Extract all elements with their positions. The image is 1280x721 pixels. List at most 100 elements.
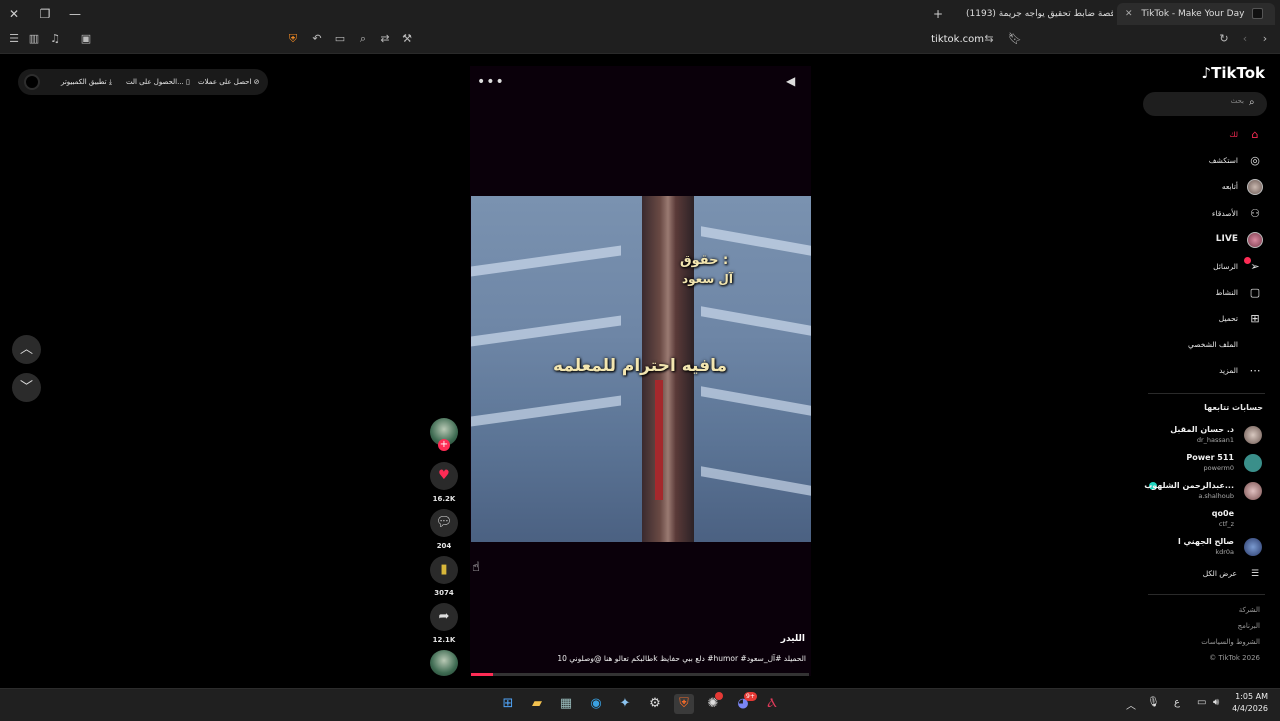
- search-page-icon[interactable]: ⌕: [355, 31, 371, 47]
- video-progress-bar[interactable]: [471, 673, 809, 676]
- tiktok-logo[interactable]: ♪TikTok: [1195, 64, 1265, 86]
- volume-icon[interactable]: ◀︎: [786, 74, 800, 88]
- activity-icon: ▢: [1249, 286, 1261, 299]
- reload-icon[interactable]: ↻: [1216, 31, 1232, 47]
- store-icon[interactable]: ▦: [556, 694, 576, 714]
- undo-icon[interactable]: ↶: [309, 31, 325, 47]
- get-app-label: الحصول على الت...: [126, 78, 184, 86]
- screenshot-icon[interactable]: ▭: [332, 31, 348, 47]
- previous-video-button[interactable]: ︿: [12, 335, 41, 364]
- account-name[interactable]: qo0e: [1124, 509, 1234, 518]
- tab-manager-icon[interactable]: ▣: [78, 31, 94, 47]
- pill-avatar[interactable]: [24, 74, 40, 90]
- footer-program-link[interactable]: البرنامج: [1160, 622, 1260, 630]
- sidebar-item-live[interactable]: LIVE: [1138, 234, 1238, 244]
- clock-time[interactable]: 1:05 AM: [1226, 692, 1268, 701]
- account-name[interactable]: Power 511: [1124, 453, 1234, 462]
- sound-disc-icon[interactable]: [430, 650, 458, 676]
- sidebar-item-activity[interactable]: النشاط: [1138, 288, 1238, 297]
- close-tab-icon[interactable]: ✕: [1125, 9, 1133, 19]
- sidebar-item-upload[interactable]: تحميل: [1138, 314, 1238, 323]
- tab-youtube[interactable]: (1193) قصة ضابط تحقيق يواجه جريمة: [958, 3, 1113, 25]
- sidebar-toggle-icon[interactable]: ▥: [26, 31, 42, 47]
- like-button[interactable]: ♥: [430, 462, 458, 490]
- brave-shield-icon[interactable]: ⛨: [285, 31, 301, 47]
- account-username: kdr0a: [1215, 548, 1234, 556]
- footer-terms-link[interactable]: الشروط والسياسات: [1160, 638, 1260, 646]
- desktop-app-button[interactable]: تطبيق الكمبيوتر ⤓: [61, 75, 112, 89]
- chevron-up-icon: ︿: [19, 342, 33, 357]
- bookmark-icon[interactable]: 🔖︎: [1007, 31, 1023, 47]
- close-window-icon[interactable]: ✕: [5, 5, 23, 23]
- follow-button[interactable]: +: [438, 439, 450, 451]
- phone-icon: ▯: [186, 78, 190, 86]
- video-description[interactable]: طالبكم تعالو هنا @وصلوني 10k دلع ببي حفا…: [490, 654, 806, 663]
- like-count: 16.2K: [432, 495, 456, 503]
- tab-youtube-title: (1193) قصة ضابط تحقيق يواجه جريمة: [966, 9, 1113, 19]
- sidebar-item-friends[interactable]: الأصدقاء: [1138, 209, 1238, 218]
- back-icon[interactable]: ‹: [1237, 31, 1253, 47]
- sidebar-divider: [1148, 594, 1265, 595]
- sidebar-item-explore[interactable]: استكشف: [1138, 156, 1238, 165]
- account-avatar[interactable]: [1244, 454, 1262, 472]
- music-icon[interactable]: ♫: [47, 31, 63, 47]
- account-name[interactable]: د. حسان المقبل: [1124, 425, 1234, 434]
- windows-start-icon[interactable]: ⊞: [498, 694, 518, 714]
- account-name[interactable]: عبدالرحمن الشلهوب...: [1124, 481, 1234, 490]
- account-avatar[interactable]: [1244, 482, 1262, 500]
- volume-tray-icon[interactable]: 🔊︎: [1213, 697, 1219, 708]
- footer-copyright: © TikTok 2026: [1209, 654, 1260, 662]
- video-author[interactable]: الليدر: [700, 634, 805, 644]
- account-name[interactable]: صالح الجهني ا: [1124, 537, 1234, 546]
- site-settings-icon[interactable]: ⇆: [981, 31, 997, 47]
- more-options-icon[interactable]: •••: [477, 74, 505, 90]
- forward-icon[interactable]: ›: [1257, 31, 1273, 47]
- network-icon[interactable]: ▭: [1197, 697, 1206, 708]
- comment-button[interactable]: 💬︎: [430, 509, 458, 537]
- sidebar-item-messages[interactable]: الرسائل: [1138, 262, 1238, 271]
- get-coins-button[interactable]: احصل على عملات ⊘: [198, 75, 260, 89]
- settings-gear-icon[interactable]: ⚙: [645, 694, 665, 714]
- tab-tiktok-title: TikTok - Make Your Day: [1141, 9, 1245, 19]
- account-avatar[interactable]: [1244, 426, 1262, 444]
- search-icon[interactable]: ⌕: [1249, 97, 1261, 109]
- tab-tiktok[interactable]: ✕ TikTok - Make Your Day: [1117, 3, 1275, 25]
- new-tab-button[interactable]: +: [929, 5, 947, 23]
- sidebar-divider: [1148, 393, 1265, 394]
- minimize-window-icon[interactable]: —: [66, 5, 84, 23]
- tools-icon[interactable]: ⚒: [399, 31, 415, 47]
- more-icon: ⋯: [1249, 364, 1261, 377]
- menu-icon[interactable]: ☰: [6, 31, 22, 47]
- account-avatar[interactable]: [1244, 538, 1262, 556]
- title-bar: ✕ ❐ — + (1193) قصة ضابط تحقيق يواجه جريم…: [0, 0, 1280, 27]
- wall-stripe: [471, 315, 621, 347]
- sidebar-item-following[interactable]: أتابعه: [1138, 182, 1238, 191]
- restore-window-icon[interactable]: ❐: [36, 5, 54, 23]
- list-icon: ☰: [1250, 569, 1260, 579]
- sidebar-item-for-you[interactable]: لك: [1138, 130, 1238, 139]
- share-button[interactable]: ➦: [430, 603, 458, 631]
- tiktok-tab-icon: [1252, 8, 1264, 19]
- address-bar[interactable]: tiktok.com: [924, 31, 984, 49]
- heart-icon: ♥: [438, 468, 450, 483]
- sidebar-item-more[interactable]: المزيد: [1138, 366, 1238, 375]
- next-video-button[interactable]: ﹀: [12, 373, 41, 402]
- footer-company-link[interactable]: الشركة: [1160, 606, 1260, 614]
- clock-date[interactable]: 4/4/2026: [1226, 704, 1268, 713]
- comment-count: 204: [436, 542, 452, 550]
- save-button[interactable]: ▮: [430, 556, 458, 584]
- see-all-link[interactable]: عرض الكل: [1137, 569, 1237, 578]
- translate-icon[interactable]: ⇄: [377, 31, 393, 47]
- discord-badge: 9+: [744, 692, 757, 701]
- microphone-icon[interactable]: 🎙︎: [1147, 697, 1160, 708]
- tray-overflow-icon[interactable]: ︿: [1126, 697, 1136, 712]
- wall-stripe: [701, 226, 811, 256]
- language-indicator[interactable]: ع: [1174, 697, 1180, 708]
- edge-icon[interactable]: ◉: [586, 694, 606, 714]
- file-explorer-icon[interactable]: ▰: [527, 694, 547, 714]
- sidebar-item-profile[interactable]: الملف الشخصي: [1138, 340, 1238, 349]
- adobe-acrobat-icon[interactable]: Ⲁ: [762, 694, 782, 714]
- brave-browser-icon[interactable]: ⛨: [674, 694, 694, 714]
- get-app-button[interactable]: الحصول على الت... ▯: [126, 75, 190, 89]
- steam-icon[interactable]: ✦: [615, 694, 635, 714]
